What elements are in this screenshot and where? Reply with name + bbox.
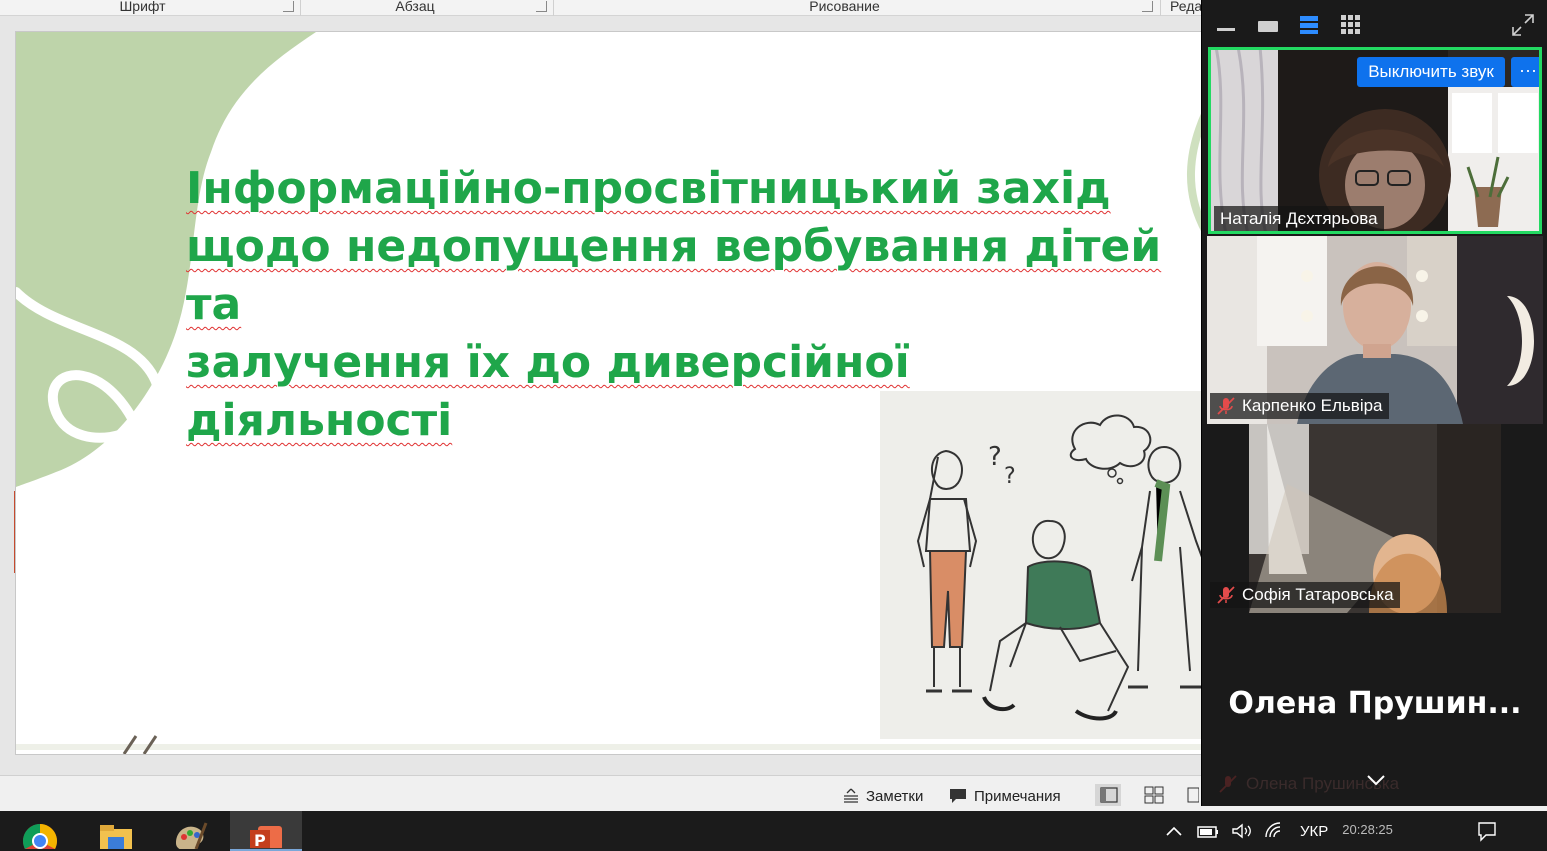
chevron-down-icon[interactable] bbox=[1365, 772, 1387, 788]
participant-tile[interactable]: Наталія Дєхтярьова Выключить звук ··· bbox=[1208, 47, 1542, 234]
ribbon-group-font-label: Шрифт bbox=[119, 0, 166, 14]
participant-no-video-name: Олена Прушин... bbox=[1228, 686, 1522, 721]
muted-mic-icon bbox=[1217, 397, 1235, 415]
participant-tile[interactable]: Карпенко Ельвіра bbox=[1207, 236, 1543, 424]
zoom-meeting-panel: Наталія Дєхтярьова Выключить звук ··· Ка… bbox=[1201, 0, 1547, 806]
participant-name: Софія Татаровська bbox=[1242, 585, 1394, 604]
palette-icon bbox=[176, 822, 208, 849]
chevron-up-icon[interactable] bbox=[1164, 821, 1184, 841]
people-illustration[interactable]: ? ? bbox=[880, 391, 1206, 739]
notes-icon bbox=[844, 788, 858, 803]
gallery-view-icon[interactable] bbox=[1340, 14, 1362, 36]
ribbon-group-font: Шрифт bbox=[0, 0, 285, 16]
file-explorer-taskbar-button[interactable] bbox=[80, 811, 152, 851]
paragraph-dialog-launcher-icon[interactable] bbox=[536, 1, 547, 12]
slide-title-line-3: та bbox=[186, 279, 242, 330]
reading-view-button[interactable] bbox=[1183, 784, 1200, 806]
slide-title-line-2: щодо недопущення вербування дітей bbox=[186, 221, 1162, 272]
system-tray: УКР 20:28:25 bbox=[1164, 811, 1498, 851]
wifi-icon[interactable] bbox=[1264, 821, 1288, 841]
chrome-icon bbox=[22, 824, 57, 849]
normal-view-button[interactable] bbox=[1095, 784, 1121, 806]
ribbon-separator bbox=[1160, 0, 1161, 16]
ribbon-group-drawing-label: Рисование bbox=[809, 0, 880, 14]
input-language-indicator[interactable]: УКР bbox=[1300, 823, 1328, 840]
participant-name: Карпенко Ельвіра bbox=[1242, 396, 1383, 415]
powerpoint-taskbar-button[interactable]: P bbox=[230, 811, 302, 851]
participant-more-button[interactable]: ··· bbox=[1511, 57, 1539, 87]
svg-text:P: P bbox=[254, 831, 266, 848]
ribbon-group-paragraph: Абзац bbox=[300, 0, 530, 16]
notes-button[interactable]: Заметки bbox=[842, 786, 923, 806]
paint-taskbar-button[interactable] bbox=[154, 811, 226, 851]
slide-title-line-1: Інформаційно-просвітницький захід bbox=[186, 163, 1111, 214]
zoom-toolbar bbox=[1202, 0, 1547, 46]
slide-title-line-4: залучення їх до диверсійної bbox=[186, 337, 910, 388]
reading-view-icon bbox=[1187, 787, 1200, 803]
speaker-icon[interactable] bbox=[1230, 821, 1254, 841]
notes-label: Заметки bbox=[866, 787, 924, 805]
participant-name-chip: Наталія Дєхтярьова bbox=[1214, 206, 1384, 231]
participant-name-chip: Карпенко Ельвіра bbox=[1210, 393, 1389, 419]
participant-tile[interactable]: Софія Татаровська bbox=[1207, 424, 1543, 613]
comment-icon bbox=[950, 789, 966, 803]
minimize-icon[interactable] bbox=[1216, 20, 1236, 36]
slide[interactable]: Інформаційно-просвітницький захід щодо н… bbox=[16, 32, 1206, 754]
ribbon-group-drawing: Рисование bbox=[553, 0, 1136, 16]
speaker-view-icon[interactable] bbox=[1257, 18, 1279, 34]
participant-name: Наталія Дєхтярьова bbox=[1220, 209, 1378, 228]
slide-sorter-icon bbox=[1144, 786, 1164, 804]
muted-mic-icon bbox=[1219, 775, 1237, 793]
slide-editor-canvas[interactable]: Інформаційно-просвітницький захід щодо н… bbox=[0, 17, 1206, 775]
muted-mic-icon bbox=[1217, 586, 1235, 604]
ribbon-group-paragraph-label: Абзац bbox=[395, 0, 435, 14]
notifications-icon[interactable] bbox=[1476, 820, 1498, 842]
expand-icon[interactable] bbox=[1510, 12, 1536, 38]
windows-taskbar: P УКР 20:28:25 bbox=[0, 811, 1547, 851]
battery-icon[interactable] bbox=[1196, 821, 1220, 841]
chrome-taskbar-button[interactable] bbox=[4, 811, 76, 851]
screen: Шрифт Абзац Рисование Редактирование bbox=[0, 0, 1547, 851]
drawing-dialog-launcher-icon[interactable] bbox=[1142, 1, 1153, 12]
font-dialog-launcher-icon[interactable] bbox=[283, 1, 294, 12]
folder-icon bbox=[100, 825, 132, 849]
slide-sorter-view-button[interactable] bbox=[1141, 784, 1167, 806]
people-illustration-drawing: ? ? bbox=[916, 414, 1206, 721]
mute-participant-button[interactable]: Выключить звук bbox=[1357, 57, 1505, 87]
normal-view-icon bbox=[1100, 787, 1118, 803]
powerpoint-icon: P bbox=[250, 826, 282, 848]
strip-view-icon[interactable] bbox=[1298, 14, 1320, 36]
comments-label: Примечания bbox=[974, 787, 1061, 805]
comments-button[interactable]: Примечания bbox=[948, 786, 1061, 806]
participant-name-chip: Софія Татаровська bbox=[1210, 582, 1400, 608]
svg-text:?: ? bbox=[1004, 464, 1016, 489]
svg-text:?: ? bbox=[988, 442, 1002, 472]
clock[interactable]: 20:28:25 bbox=[1342, 822, 1462, 840]
